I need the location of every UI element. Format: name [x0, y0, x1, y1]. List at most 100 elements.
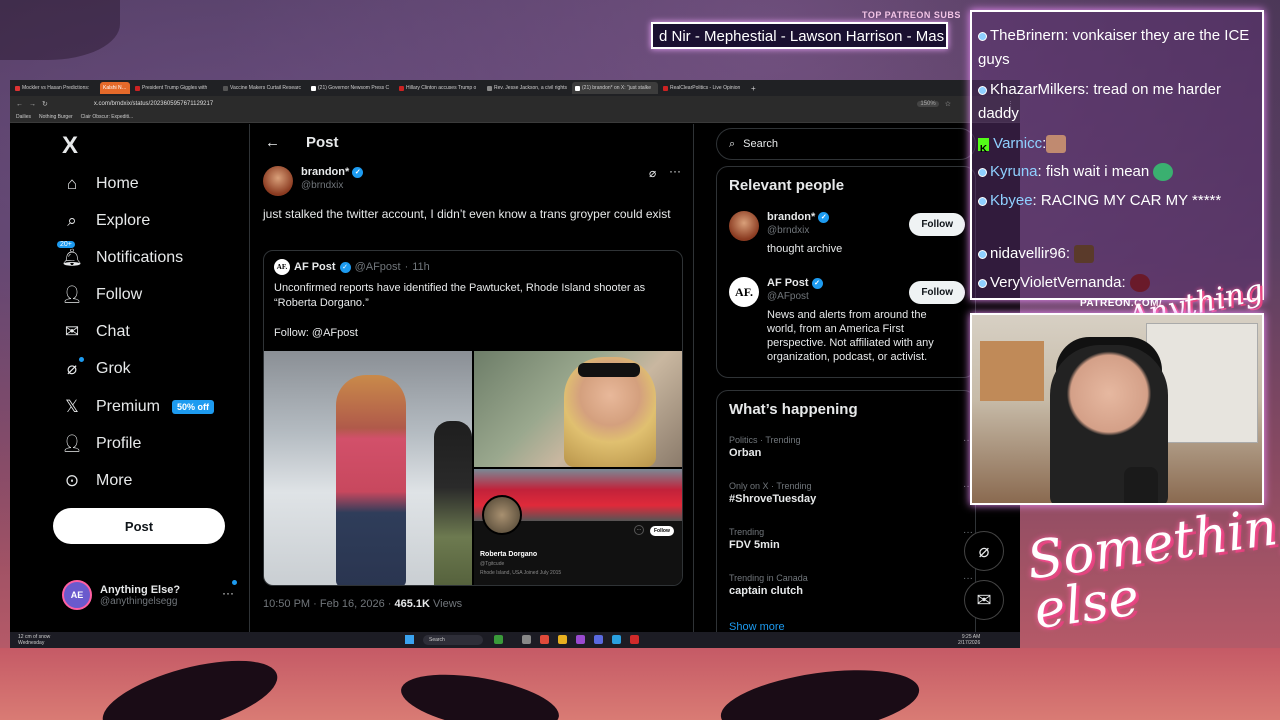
post-author[interactable]: brandon* ✓ @brndxix: [263, 166, 364, 196]
zoom-level[interactable]: 150%: [917, 101, 939, 107]
avatar[interactable]: [263, 166, 293, 196]
trend-item[interactable]: Trending FDV 5min: [729, 527, 780, 551]
verified-badge-icon: ✓: [352, 166, 364, 178]
nav-profile[interactable]: 👤︎ Profile: [61, 434, 141, 454]
grok-icon[interactable]: ⌀: [964, 531, 1004, 571]
microphone-icon: [1124, 467, 1158, 503]
post-image[interactable]: [264, 351, 472, 585]
trend-item[interactable]: Only on X · Trending #ShroveTuesday: [729, 481, 816, 505]
sunglasses: [578, 363, 640, 377]
grok-icon[interactable]: ⌀: [649, 166, 656, 180]
back-arrow-icon[interactable]: ←: [16, 101, 23, 108]
nav-explore[interactable]: ⌕ Explore: [62, 211, 150, 231]
tab-label: President Trump Giggles with: [142, 85, 208, 91]
weather-widget[interactable]: 12 cm of snow Wednesday: [18, 634, 50, 646]
relevant-person[interactable]: brandon* ✓ @brndxix thought archive Follo…: [729, 211, 965, 256]
avatar: [482, 495, 522, 535]
profile-card-handle: @Tgitcude: [480, 561, 505, 567]
nav-more[interactable]: ⊙ More: [62, 471, 133, 491]
x-page: X ⌂ Home ⌕ Explore 🔔︎ 20+ Notifications 👤…: [10, 124, 1020, 648]
browser-tab[interactable]: Vaccine Makers Curtail Researc: [220, 82, 306, 94]
post-button[interactable]: Post: [53, 508, 225, 544]
trend-title: Orban: [729, 447, 762, 459]
more-dots-icon[interactable]: ···: [963, 573, 973, 584]
browser-tab[interactable]: Rev. Jesse Jackson, a civil rights: [484, 82, 570, 94]
trend-item[interactable]: Politics · Trending Orban: [729, 435, 801, 459]
trend-item[interactable]: Trending in Canada captain clutch: [729, 573, 808, 597]
taskbar-app-icon[interactable]: [558, 635, 567, 644]
chat-user: Kyruna: [990, 163, 1038, 180]
forward-arrow-icon[interactable]: →: [29, 101, 36, 108]
tab-bar: Mockler vs Hasan Predictions: Kalshi New…: [10, 80, 1020, 96]
browser-tab[interactable]: Kalshi News: [100, 82, 130, 94]
taskbar-app-icon[interactable]: [494, 635, 503, 644]
taskbar-search[interactable]: Search: [423, 635, 483, 645]
windows-start-icon[interactable]: [405, 635, 414, 644]
bookmark-item[interactable]: Dailies: [16, 114, 31, 120]
search-icon: ⌕: [729, 137, 736, 150]
quoted-author-name: AF Post: [294, 261, 336, 273]
trend-category: Trending: [729, 527, 765, 537]
tab-label: RealClearPolitics - Live Opinion: [670, 85, 741, 91]
page-title: Post: [306, 134, 339, 151]
post-column: ← Post brandon* ✓ @brndxix ⌀ ··· just sta…: [251, 124, 694, 632]
taskbar-app-icon[interactable]: [576, 635, 585, 644]
nav-label: Grok: [96, 360, 131, 377]
chat-text: : RACING MY CAR MY *****: [1032, 192, 1222, 209]
back-arrow-icon[interactable]: ←: [265, 134, 280, 151]
image-bystander: [434, 421, 472, 585]
taskbar-app-icon[interactable]: [522, 635, 531, 644]
nav-grok[interactable]: ⌀ Grok: [62, 357, 131, 379]
nav-home[interactable]: ⌂ Home: [62, 174, 139, 194]
browser-tab[interactable]: RealClearPolitics - Live Opinion: [660, 82, 746, 94]
nav-chat[interactable]: ✉ Chat: [62, 322, 130, 342]
browser-tab[interactable]: (21) Governor Newsom Press C: [308, 82, 394, 94]
person-name: AF Post: [767, 277, 809, 289]
chat-message: KhazarMilkers: tread on me harder daddy: [978, 78, 1260, 126]
author-name[interactable]: brandon*: [301, 166, 349, 178]
url-field[interactable]: x.com/brndxix/status/2023605957671129217: [94, 101, 213, 107]
browser-tab[interactable]: Mockler vs Hasan Predictions:: [12, 82, 98, 94]
mail-icon[interactable]: ✉: [964, 580, 1004, 620]
bookmark-item[interactable]: Clair Obscur: Expediti...: [81, 114, 134, 120]
kick-badge-icon: K: [978, 137, 989, 155]
show-more-link[interactable]: Show more: [729, 619, 785, 633]
avatar: AE: [62, 580, 92, 610]
browser-tab[interactable]: Hillary Clinton accuses Trump o: [396, 82, 482, 94]
bookmark-item[interactable]: Nothing Burger: [39, 114, 73, 120]
star-icon[interactable]: ☆: [945, 100, 951, 108]
account-switcher[interactable]: AE Anything Else? @anythingelsegg ···: [62, 580, 237, 610]
taskbar-app-icon[interactable]: [612, 635, 621, 644]
taskbar-app-icon[interactable]: [630, 635, 639, 644]
browser-tab[interactable]: President Trump Giggles with: [132, 82, 218, 94]
author-handle[interactable]: @brndxix: [301, 180, 363, 191]
post-image[interactable]: ··· Follow Roberta Dorgano @Tgitcude Rho…: [474, 469, 682, 585]
quoted-author-handle: @AFpost: [354, 261, 401, 273]
search-input[interactable]: ⌕ Search: [716, 128, 976, 160]
new-tab-button[interactable]: +: [748, 82, 760, 94]
x-logo-icon[interactable]: X: [62, 132, 78, 160]
taskbar-app-icon[interactable]: [594, 635, 603, 644]
search-icon: ⌕: [67, 211, 77, 230]
follow-button[interactable]: Follow: [909, 281, 965, 304]
nav-notifications[interactable]: 🔔︎ 20+ Notifications: [56, 240, 183, 268]
nav-premium[interactable]: 𝕏 Premium 50% off: [62, 397, 215, 417]
x-icon: 𝕏: [65, 397, 79, 416]
leaf-silhouette: [95, 645, 285, 720]
chat-user: KhazarMilkers: [990, 81, 1086, 98]
person-bio: thought archive: [767, 243, 843, 255]
post-image[interactable]: [474, 351, 682, 467]
relevant-person[interactable]: AF. AF Post ✓ @AFpost News and alerts fro…: [729, 277, 965, 364]
more-dots-icon[interactable]: ···: [669, 164, 681, 178]
follow-button: Follow: [650, 526, 674, 536]
browser-tab-active[interactable]: (21) brandon* on X: "just stalke: [572, 82, 658, 94]
quoted-post[interactable]: AF. AF Post ✓ @AFpost · 11h Unconfirmed …: [263, 250, 683, 586]
reload-icon[interactable]: ↻: [42, 100, 48, 108]
post-time[interactable]: 10:50 PM · Feb 16, 2026 ·: [263, 598, 394, 610]
nav-follow[interactable]: 👤︎ Follow: [61, 285, 142, 305]
more-dots-icon[interactable]: ···: [222, 586, 234, 600]
taskbar-app-icon[interactable]: [540, 635, 549, 644]
follow-button[interactable]: Follow: [909, 213, 965, 236]
taskbar-clock[interactable]: 9:25 AM 2/17/2026: [958, 634, 980, 646]
box: [980, 341, 1044, 401]
